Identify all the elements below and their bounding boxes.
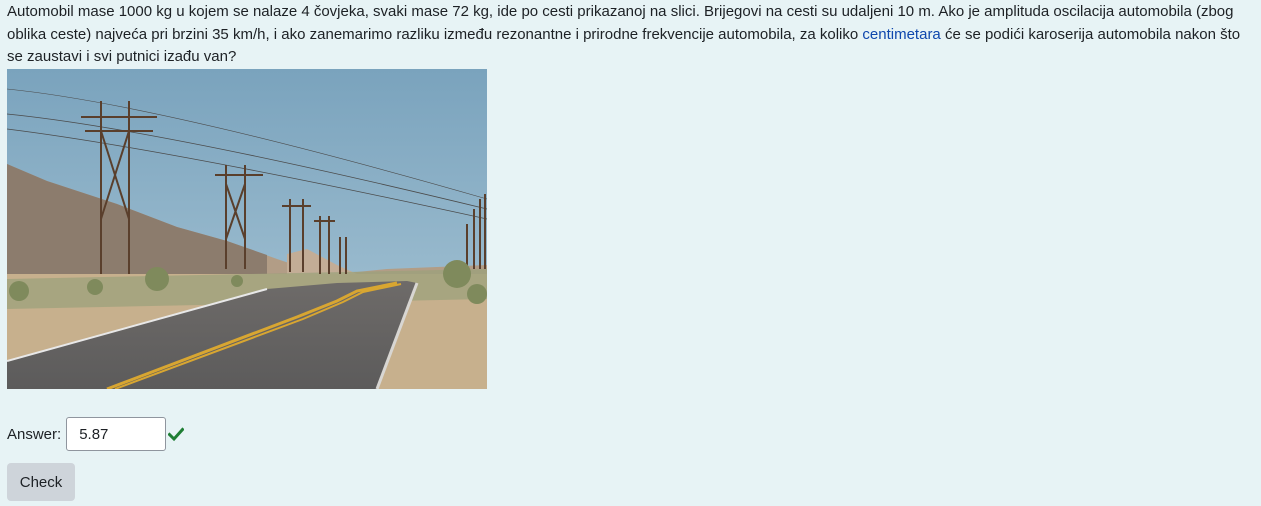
answer-input[interactable] (66, 417, 167, 451)
check-icon (168, 427, 185, 442)
question-text: Automobil mase 1000 kg u kojem se nalaze… (7, 1, 1257, 69)
check-button[interactable]: Check (7, 463, 75, 501)
answer-row: Answer: (7, 416, 185, 452)
glossary-link-centimetara[interactable]: centimetara (862, 26, 940, 43)
road-photo (7, 69, 487, 389)
answer-label: Answer: (7, 425, 62, 443)
